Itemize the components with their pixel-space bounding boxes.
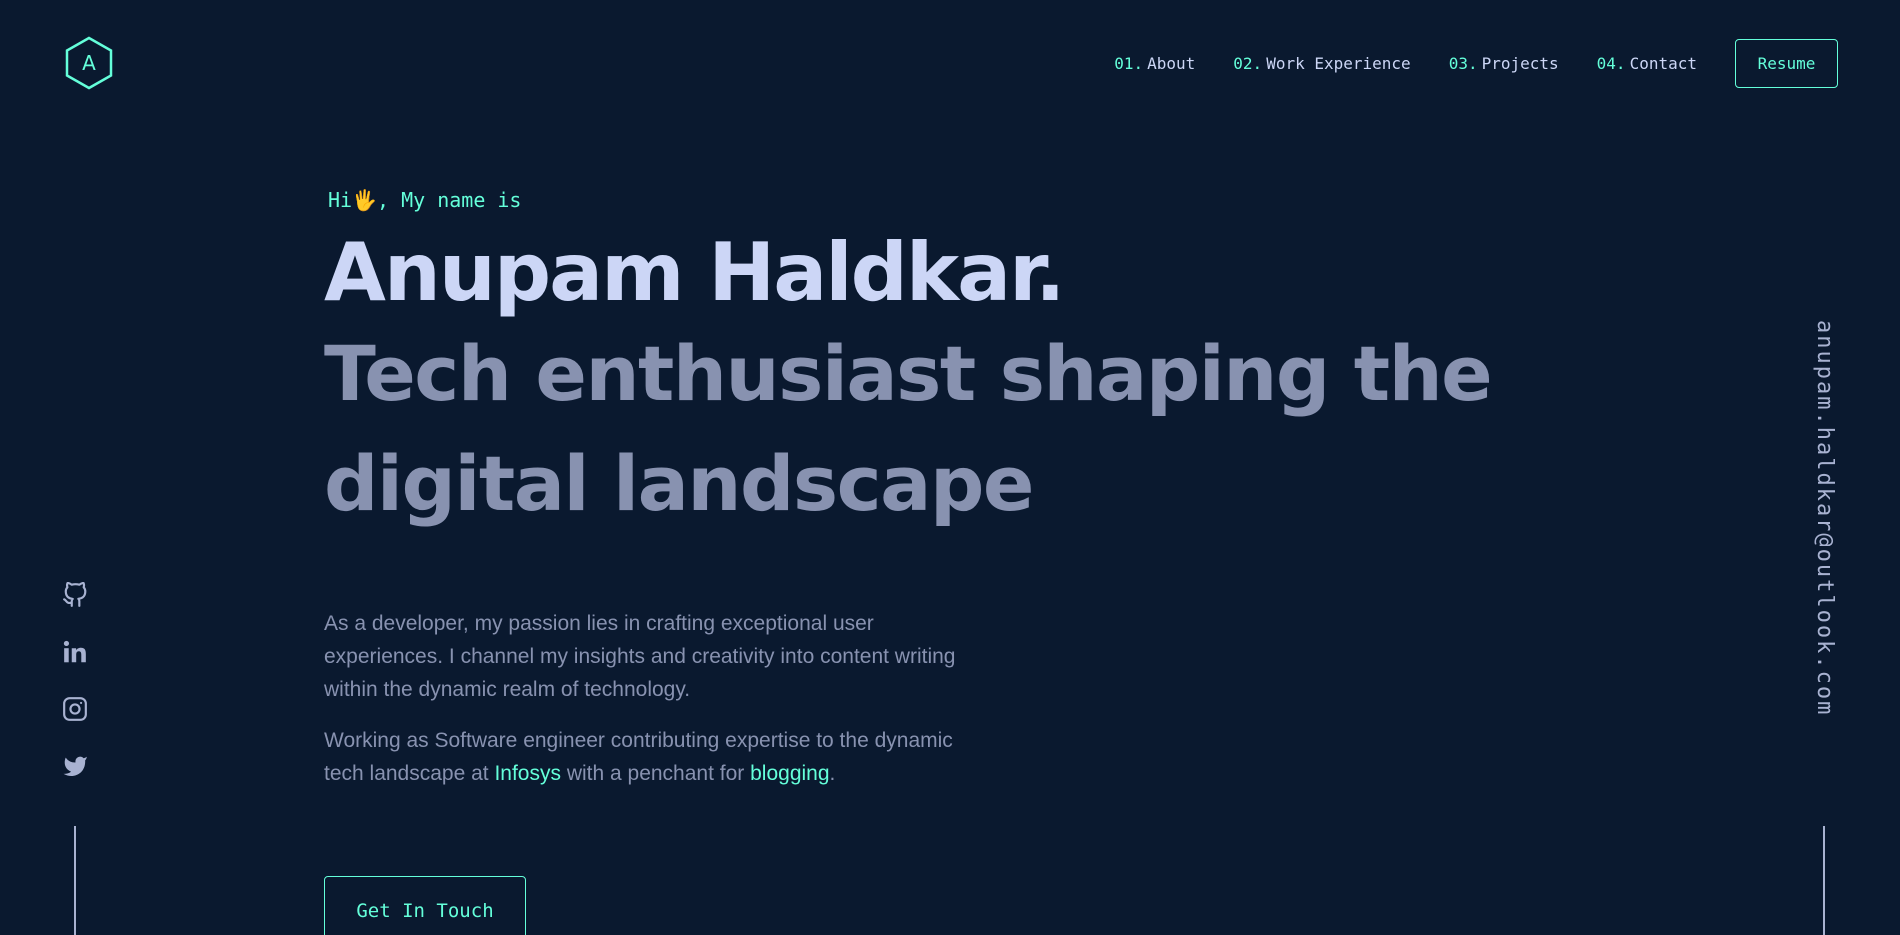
nav-item-contact[interactable]: 04. Contact [1597, 54, 1697, 73]
linkedin-icon[interactable] [62, 639, 88, 665]
intro-text: As a developer, my passion lies in craft… [324, 607, 964, 790]
intro-paragraph-1: As a developer, my passion lies in craft… [324, 612, 956, 701]
left-rail-line [74, 826, 76, 935]
hero-name: Anupam Haldkar. [324, 226, 1066, 319]
logo-letter: A [82, 51, 96, 75]
nav-item-about[interactable]: 01. About [1114, 54, 1195, 73]
greeting-text: Hi🖐, My name is [328, 188, 522, 212]
nav-number: 04. [1596, 53, 1626, 73]
top-nav: 01. About 02. Work Experience 03. Projects … [1114, 38, 1838, 88]
logo-link[interactable]: A [64, 36, 114, 90]
social-links [62, 582, 88, 810]
email-link[interactable]: anupam.haldkar@outlook.com [1812, 320, 1837, 716]
intro-text-end: . [829, 762, 836, 785]
nav-label: Projects [1481, 53, 1559, 73]
nav-label: Contact [1629, 53, 1697, 73]
github-icon[interactable] [62, 582, 88, 608]
nav-number: 02. [1233, 53, 1263, 73]
nav-number: 01. [1114, 53, 1144, 73]
hero-tagline: Tech enthusiast shaping the digital land… [324, 329, 1493, 528]
intro-paragraph-2: Working as Software engineer contributin… [324, 724, 964, 790]
get-in-touch-button[interactable]: Get In Touch [324, 876, 526, 935]
nav-label: Work Experience [1266, 53, 1411, 73]
resume-button[interactable]: Resume [1735, 38, 1838, 88]
nav-item-projects[interactable]: 03. Projects [1449, 54, 1559, 73]
nav-item-work-experience[interactable]: 02. Work Experience [1233, 54, 1410, 73]
infosys-link[interactable]: Infosys [494, 762, 561, 785]
intro-text-middle: with a penchant for [560, 762, 751, 785]
nav-number: 03. [1448, 53, 1478, 73]
nav-label: About [1147, 53, 1196, 73]
twitter-icon[interactable] [62, 753, 88, 779]
blogging-link[interactable]: blogging [750, 762, 829, 785]
hexagon-logo-icon: A [65, 36, 113, 90]
instagram-icon[interactable] [62, 696, 88, 722]
hero-section: Hi🖐, My name is Anupam Haldkar. Tech ent… [324, 185, 1524, 539]
right-rail-line [1823, 826, 1825, 935]
